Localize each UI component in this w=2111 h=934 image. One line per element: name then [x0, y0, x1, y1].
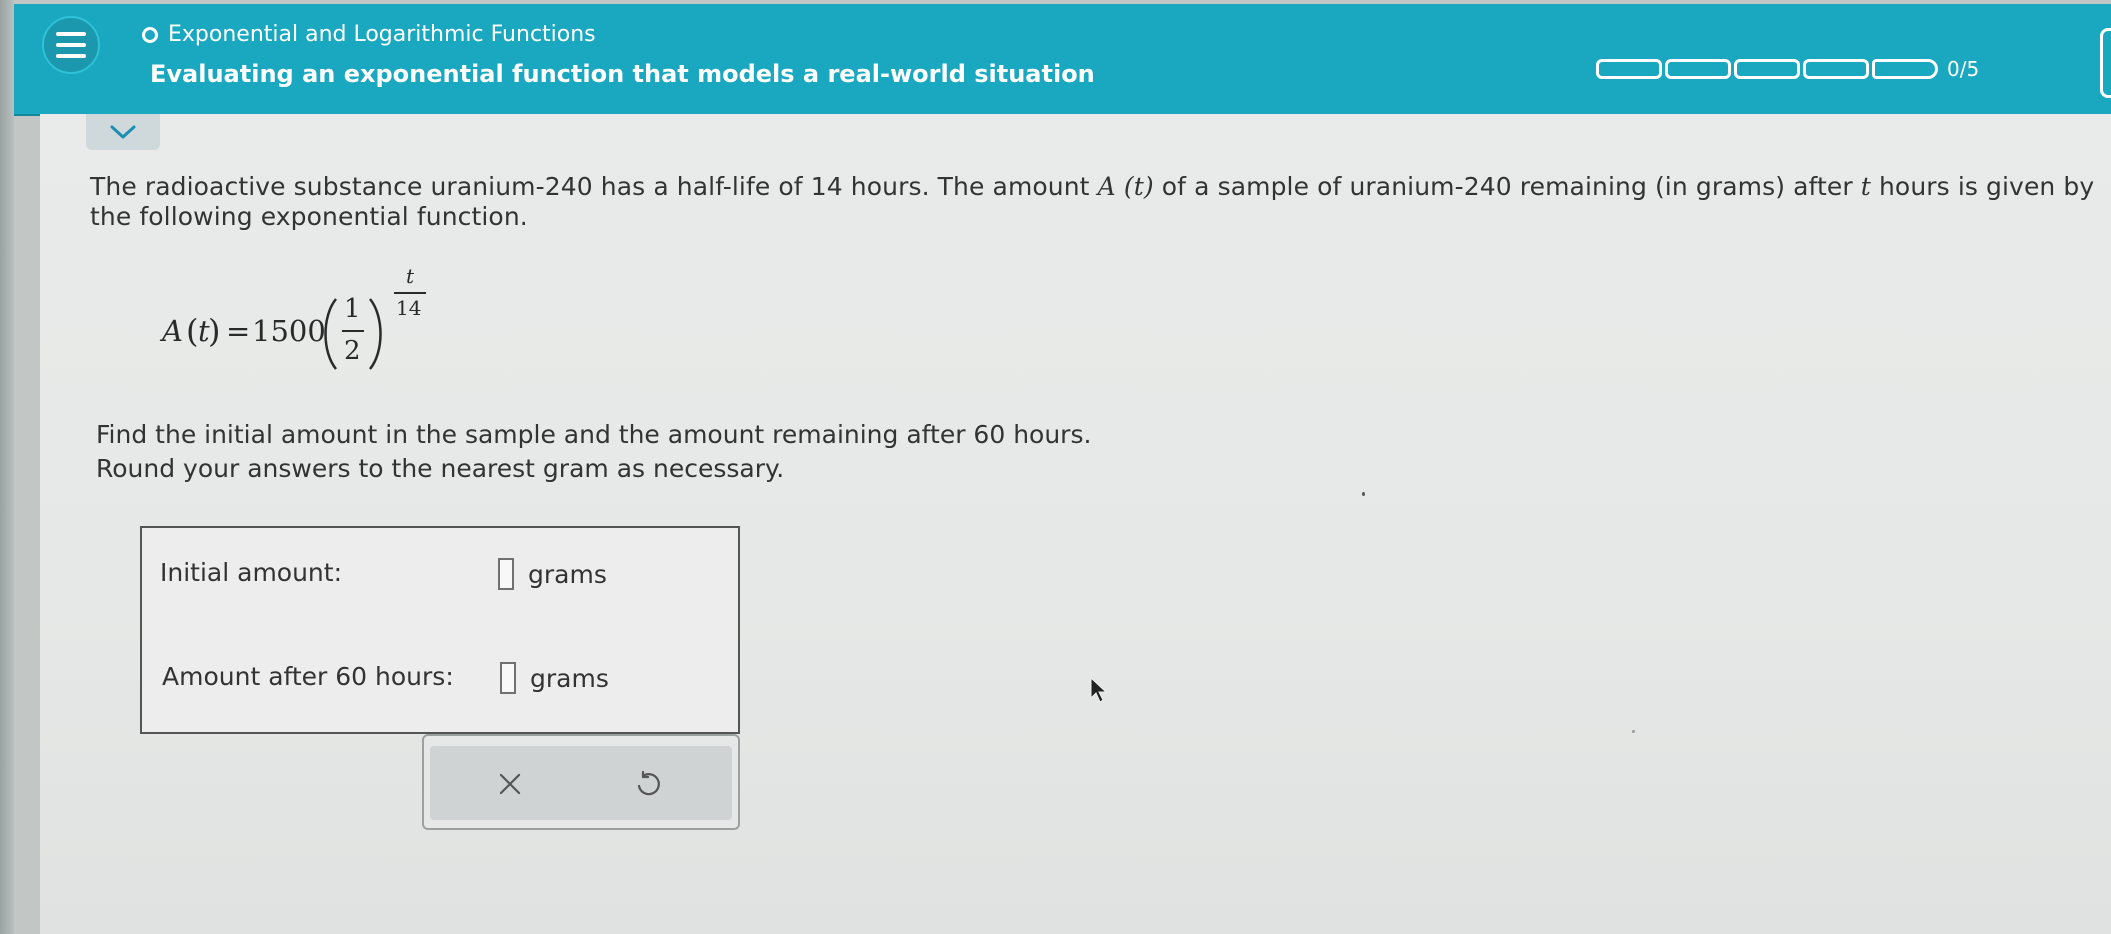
screen-edge	[0, 0, 14, 934]
intro-text-1: The radioactive substance uranium-240 ha…	[90, 172, 1098, 201]
initial-amount-label: Initial amount:	[160, 558, 343, 587]
formula-func: A	[162, 314, 183, 348]
undo-button[interactable]	[626, 762, 670, 806]
lesson-title: Evaluating an exponential function that …	[150, 60, 1095, 88]
screen: Exponential and Logarithmic Functions Ev…	[0, 0, 2111, 934]
side-panel-tab[interactable]	[2100, 28, 2111, 98]
base-fraction-bar	[342, 330, 364, 332]
amount-after-label: Amount after 60 hours:	[162, 662, 454, 691]
undo-icon	[637, 770, 660, 796]
menu-button[interactable]	[42, 16, 100, 74]
intro-t: t	[1860, 172, 1871, 201]
progress-segment	[1803, 59, 1869, 79]
initial-amount-input[interactable]	[498, 558, 514, 590]
progress-count: 0/5	[1947, 57, 1980, 81]
big-close-paren	[368, 298, 382, 370]
menu-icon-line	[56, 54, 86, 58]
instruction-line-1: Find the initial amount in the sample an…	[96, 420, 1092, 449]
action-panel	[422, 734, 740, 830]
problem-area: The radioactive substance uranium-240 ha…	[40, 114, 2111, 934]
amount-after-input[interactable]	[500, 662, 516, 694]
close-icon	[499, 773, 521, 795]
base-numerator: 1	[344, 294, 361, 324]
big-open-paren	[324, 298, 338, 370]
formula-coefficient: 1500	[252, 314, 326, 348]
menu-icon	[56, 32, 86, 36]
instruction-line-2: Round your answers to the nearest gram a…	[96, 454, 785, 483]
intro-text-3: hours is given by	[1870, 172, 2095, 201]
base-denominator: 2	[344, 336, 361, 366]
exponent-numerator: t	[406, 264, 415, 288]
formula-close-paren: )	[208, 312, 221, 350]
progress-segment	[1872, 59, 1938, 79]
menu-icon-line	[56, 43, 86, 47]
intro-close-paren: )	[1143, 172, 1154, 201]
intro-text-4: the following exponential function.	[90, 202, 528, 231]
clear-button[interactable]	[488, 762, 532, 806]
intro-text-2: of a sample of uranium-240 remaining (in…	[1153, 172, 1861, 201]
intro-func: A	[1097, 172, 1116, 201]
intro-var: t	[1133, 172, 1144, 201]
progress-segment	[1734, 59, 1800, 79]
answer-box: Initial amount: grams Amount after 60 ho…	[140, 526, 740, 734]
formula-equals: =	[226, 314, 251, 348]
header-bar: Exponential and Logarithmic Functions Ev…	[14, 4, 2111, 116]
action-panel-inner	[430, 746, 732, 820]
collapse-toggle[interactable]	[86, 114, 160, 150]
amount-after-unit: grams	[530, 664, 609, 693]
progress-segment	[1665, 59, 1731, 79]
progress-bar: 0/5	[1596, 57, 1979, 81]
initial-amount-unit: grams	[528, 560, 607, 589]
intro-open-paren: (	[1115, 172, 1134, 201]
problem-statement: The radioactive substance uranium-240 ha…	[90, 172, 2100, 232]
topic-row[interactable]: Exponential and Logarithmic Functions	[142, 22, 596, 47]
screen-speck	[1362, 492, 1365, 496]
exponent-denominator: 14	[396, 296, 422, 320]
formula-open-paren: (	[186, 312, 199, 350]
topic-title: Exponential and Logarithmic Functions	[168, 22, 596, 47]
progress-segment	[1596, 59, 1662, 79]
topic-circle-icon	[142, 26, 158, 43]
mouse-cursor-icon	[1090, 676, 1108, 703]
chevron-down-icon	[110, 125, 136, 139]
exponent-fraction-bar	[394, 292, 426, 294]
screen-speck	[1632, 730, 1635, 733]
